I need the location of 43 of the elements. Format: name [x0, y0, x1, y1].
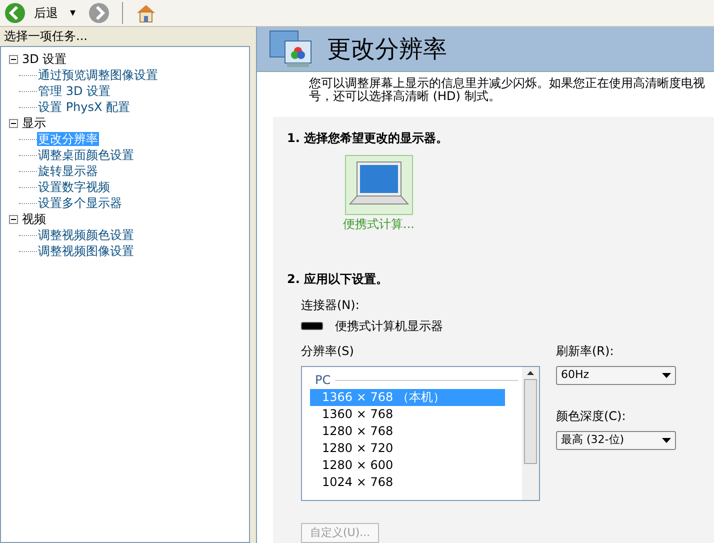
- refresh-rate-label: 刷新率(R):: [556, 343, 615, 360]
- resolution-option[interactable]: 1360 × 768: [310, 406, 505, 423]
- section-heading: 1. 选择您希望更改的显示器。: [287, 130, 450, 147]
- connector-value: 便携式计算机显示器: [335, 318, 443, 335]
- tree-item[interactable]: 管理 3D 设置: [37, 84, 112, 98]
- color-depth-label: 颜色深度(C):: [556, 408, 627, 425]
- tree-group-label[interactable]: 3D 设置: [22, 50, 67, 68]
- tree-group-label[interactable]: 视频: [22, 210, 46, 228]
- collapse-toggle-icon[interactable]: [9, 54, 18, 64]
- list-group-header: PC: [315, 372, 331, 389]
- section-heading: 2. 应用以下设置。: [287, 271, 390, 288]
- tree-item[interactable]: 设置数字视频: [37, 180, 111, 194]
- tree-group-label[interactable]: 显示: [22, 114, 46, 132]
- refresh-rate-dropdown[interactable]: 60Hz: [556, 366, 676, 385]
- tree-item[interactable]: 旋转显示器: [37, 164, 99, 178]
- description-text: 您可以调整屏幕上显示的信息里并减少闪烁。如果您正在使用高清晰度电视: [309, 77, 706, 90]
- tree-item[interactable]: 设置多个显示器: [37, 196, 123, 210]
- resolution-option[interactable]: 1024 × 768: [310, 474, 505, 491]
- tree-item[interactable]: 调整视频图像设置: [37, 244, 135, 258]
- page-title: 更改分辨率: [327, 34, 447, 65]
- tree-item[interactable]: 通过预览调整图像设置: [37, 68, 159, 82]
- scroll-up-arrow-icon[interactable]: [527, 371, 534, 375]
- description-text: 号，还可以选择高清晰 (HD) 制式。: [309, 90, 502, 103]
- tree-item[interactable]: 调整视频颜色设置: [37, 228, 135, 242]
- collapse-toggle-icon[interactable]: [9, 214, 18, 224]
- tree-item[interactable]: 调整桌面颜色设置: [37, 148, 135, 162]
- dropdown-arrow-icon: [662, 438, 671, 443]
- collapse-toggle-icon[interactable]: [9, 118, 18, 128]
- resolution-list[interactable]: PC 1366 × 768 （本机） 1360 × 768 1280 × 768 1280 × 720 1280 × 600 1024 × 768: [301, 366, 540, 501]
- history-dropdown[interactable]: ▾: [66, 4, 80, 22]
- home-icon[interactable]: [134, 2, 157, 24]
- sidebar-title: 选择一项任务...: [3, 28, 88, 45]
- scrollbar[interactable]: [522, 367, 539, 500]
- tree-item[interactable]: 设置 PhysX 配置: [37, 100, 132, 114]
- resolution-label: 分辨率(S): [301, 343, 355, 360]
- resolution-option[interactable]: 1280 × 720: [310, 440, 505, 457]
- connector-label: 连接器(N):: [301, 297, 360, 314]
- back-button[interactable]: 后退: [4, 2, 58, 24]
- dropdown-arrow-icon: [662, 373, 671, 378]
- resolution-option[interactable]: 1280 × 768: [310, 423, 505, 440]
- resolution-option[interactable]: 1280 × 600: [310, 457, 505, 474]
- connector-icon: [301, 322, 323, 330]
- color-depth-dropdown[interactable]: 最高 (32-位): [556, 431, 676, 450]
